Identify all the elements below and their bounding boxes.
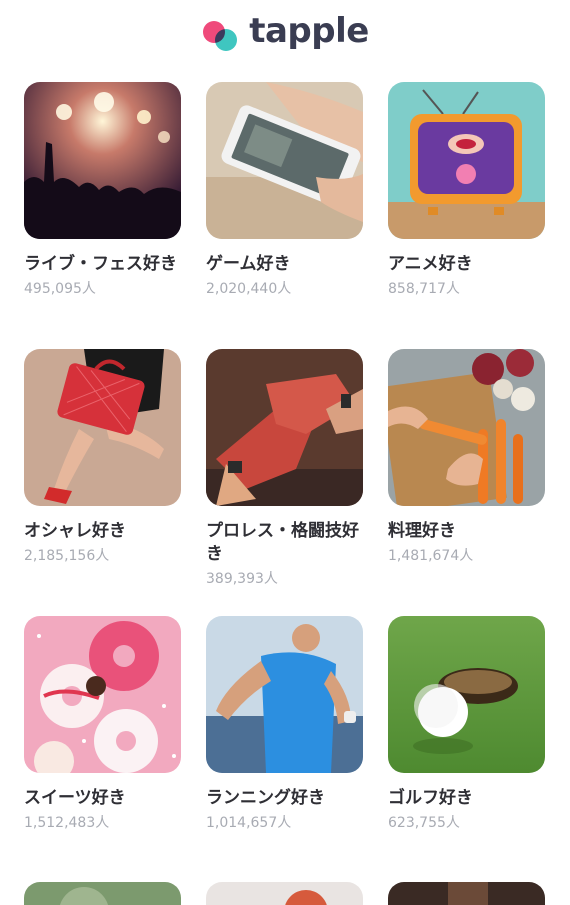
category-card-anime[interactable]: アニメ好き 858,717人 [388, 82, 545, 349]
runner-photo [206, 616, 363, 773]
category-card-cooking[interactable]: 料理好き 1,481,674人 [388, 349, 545, 616]
category-label: ゴルフ好き [388, 788, 473, 808]
category-label: ランニング好き [206, 788, 325, 808]
category-label: 料理好き [388, 521, 456, 541]
category-card-golf[interactable]: ゴルフ好き 623,755人 [388, 616, 545, 883]
app-header: tapple [0, 0, 570, 62]
tapple-logo[interactable]: tapple [201, 11, 369, 51]
member-count: 1,014,657人 [206, 815, 292, 831]
member-count: 2,185,156人 [24, 548, 110, 564]
category-row-partial [24, 882, 546, 905]
category-card-live-fes[interactable]: ライブ・フェス好き 495,095人 [24, 82, 181, 349]
category-label: スイーツ好き [24, 788, 126, 808]
category-grid: ライブ・フェス好き 495,095人 ゲーム好き 2,020,440人 アニメ好… [24, 82, 546, 883]
partial-photo-3 [388, 882, 545, 905]
handbag-fashion-photo [24, 349, 181, 506]
category-label: アニメ好き [388, 254, 473, 274]
partial-photo-2 [206, 882, 363, 905]
category-label: プロレス・格闘技好き [206, 521, 359, 564]
category-card-game[interactable]: ゲーム好き 2,020,440人 [206, 82, 363, 349]
retro-tv-photo [388, 82, 545, 239]
category-label: ゲーム好き [206, 254, 291, 274]
category-label: ライブ・フェス好き [24, 254, 177, 274]
member-count: 389,393人 [206, 571, 278, 587]
category-card-sweets[interactable]: スイーツ好き 1,512,483人 [24, 616, 181, 883]
category-card-wrestling[interactable]: プロレス・格闘技好き 389,393人 [206, 349, 363, 616]
boxing-wraps-photo [206, 349, 363, 506]
logo-text: tapple [249, 11, 369, 51]
smartphone-game-photo [206, 82, 363, 239]
golf-ball-photo [388, 616, 545, 773]
category-card-partial-1[interactable] [24, 882, 181, 905]
category-card-running[interactable]: ランニング好き 1,014,657人 [206, 616, 363, 883]
member-count: 623,755人 [388, 815, 460, 831]
member-count: 1,512,483人 [24, 815, 110, 831]
cooking-carrots-photo [388, 349, 545, 506]
partial-photo-1 [24, 882, 181, 905]
member-count: 858,717人 [388, 281, 460, 297]
category-label: オシャレ好き [24, 521, 126, 541]
category-card-fashion[interactable]: オシャレ好き 2,185,156人 [24, 349, 181, 616]
member-count: 495,095人 [24, 281, 96, 297]
member-count: 2,020,440人 [206, 281, 292, 297]
concert-photo [24, 82, 181, 239]
category-card-partial-2[interactable] [206, 882, 363, 905]
member-count: 1,481,674人 [388, 548, 474, 564]
logo-mark-icon [201, 11, 241, 51]
donuts-photo [24, 616, 181, 773]
category-card-partial-3[interactable] [388, 882, 545, 905]
